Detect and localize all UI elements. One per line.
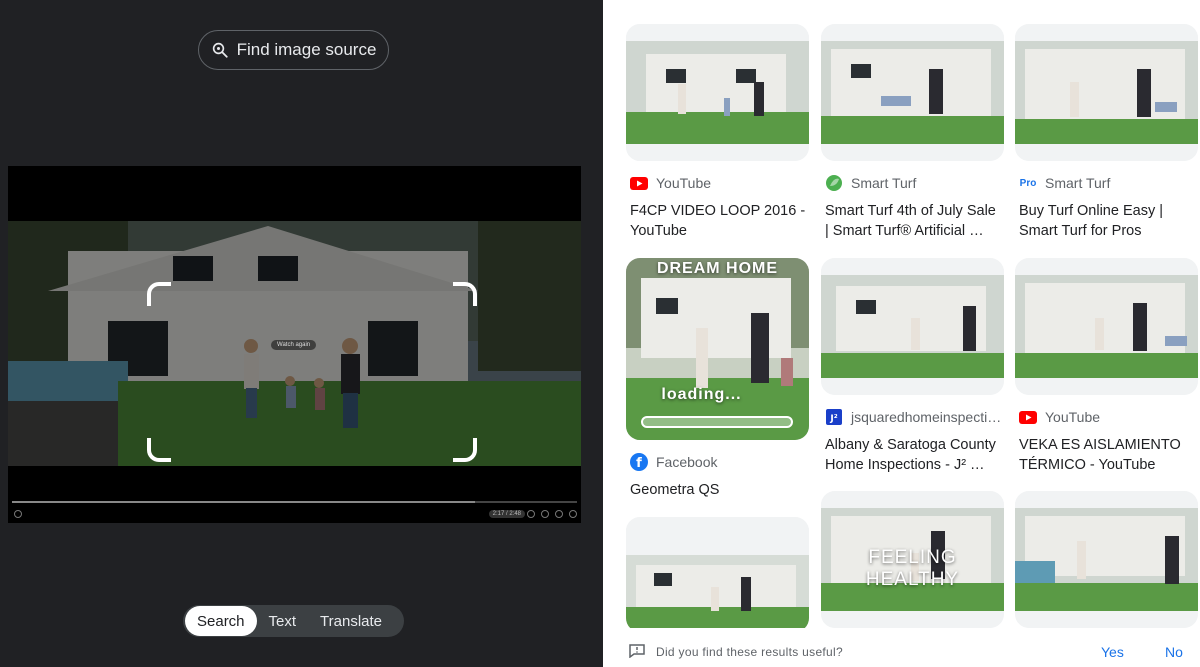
google-lens-view: Find image source Watch again 2:17 / 2:4… [0,0,1200,667]
result-image [821,258,1004,395]
result-thumbnail[interactable] [1015,491,1198,628]
settings-icon [541,510,549,518]
result-title[interactable]: Albany & Saratoga County Home Inspection… [821,435,1001,475]
result-source[interactable]: YouTube [626,175,809,191]
feedback-yes-button[interactable]: Yes [1101,644,1124,660]
result-thumbnail[interactable]: DREAM HOME loading... [626,258,809,440]
youtube-icon [1019,410,1037,424]
feedback-bar: Did you find these results useful? Yes N… [603,628,1200,667]
video-progress-fill [12,501,476,503]
mode-translate-tab[interactable]: Translate [308,606,394,636]
result-source-name: Smart Turf [1045,175,1111,191]
result-thumbnail[interactable] [821,24,1004,161]
result-card[interactable]: FEELING HEALTHY [821,491,1004,628]
result-image [1015,258,1198,395]
result-thumbnail[interactable] [1015,24,1198,161]
watch-again-label: Watch again [271,340,317,350]
thumbnail-overlay-bottom: loading... [661,386,742,403]
result-title[interactable]: Smart Turf 4th of July Sale | Smart Turf… [821,201,1001,241]
crop-area [151,286,473,458]
jsquared-icon: J² [825,409,843,425]
result-source-name: Smart Turf [851,175,917,191]
result-source-name: Facebook [656,454,718,470]
result-image [626,258,809,440]
video-controls: 2:17 / 2:48 [8,507,581,523]
result-card[interactable]: YouTube VEKA ES AISLAMIENTO TÉRMICO - Yo… [1015,258,1198,475]
miniplayer-icon [555,510,563,518]
result-source-name: YouTube [1045,409,1101,425]
result-image [1015,491,1198,628]
result-card[interactable]: YouTube F4CP VIDEO LOOP 2016 - YouTube [626,24,809,241]
result-title[interactable]: Geometra QS [626,480,806,500]
result-thumbnail[interactable] [1015,258,1198,395]
smart-turf-leaf-icon [825,175,843,191]
result-card[interactable]: Pro Smart Turf Buy Turf Online Easy | Sm… [1015,24,1198,241]
result-card[interactable] [1015,491,1198,628]
crop-handle-top-left[interactable] [147,282,171,306]
loading-bar-graphic [641,416,793,428]
feedback-icon [629,644,645,658]
crop-handle-bottom-left[interactable] [147,438,171,462]
image-panel: Find image source Watch again 2:17 / 2:4… [0,0,603,667]
result-thumbnail[interactable]: FEELING HEALTHY [821,491,1004,628]
result-title[interactable]: VEKA ES AISLAMIENTO TÉRMICO - YouTube [1015,435,1195,475]
fullscreen-icon [569,510,577,518]
volume-icon [527,510,535,518]
thumbnail-overlay-top: DREAM HOME [656,260,779,277]
facebook-icon: f [630,453,648,471]
source-image-frame[interactable]: Watch again 2:17 / 2:48 [8,166,581,523]
crop-handle-top-right[interactable] [453,282,477,306]
result-image [1015,24,1198,161]
feedback-no-button[interactable]: No [1165,644,1183,660]
result-source[interactable]: Smart Turf [821,175,1004,191]
thumbnail-overlay-center: FEELING HEALTHY [865,547,960,590]
find-image-source-button[interactable]: Find image source [198,30,389,70]
result-source[interactable]: YouTube [1015,409,1198,425]
lens-search-icon [212,42,228,58]
result-source[interactable]: J² jsquaredhomeinspecti… [821,409,1004,425]
lens-mode-switcher: Search Text Translate [183,605,404,637]
result-title[interactable]: F4CP VIDEO LOOP 2016 - YouTube [626,201,806,241]
result-source[interactable]: f Facebook [626,453,809,471]
video-progress-bar [12,501,577,503]
result-image [626,517,809,632]
result-source-name: jsquaredhomeinspecti… [851,409,1002,425]
pro-icon: Pro [1019,177,1037,189]
find-image-source-label: Find image source [236,40,377,59]
video-time: 2:17 / 2:48 [488,510,525,518]
result-card[interactable]: J² jsquaredhomeinspecti… Albany & Sarato… [821,258,1004,475]
youtube-icon [630,176,648,190]
result-thumbnail[interactable] [626,24,809,161]
mode-search-tab[interactable]: Search [185,606,257,636]
feedback-question: Did you find these results useful? [656,645,843,659]
crop-handle-bottom-right[interactable] [453,438,477,462]
result-source-name: YouTube [656,175,712,191]
result-thumbnail[interactable] [626,517,809,632]
result-card[interactable] [626,517,809,632]
replay-icon [14,510,22,518]
result-thumbnail[interactable] [821,258,1004,395]
crop-selection[interactable]: Watch again [147,282,477,462]
result-card[interactable]: Smart Turf Smart Turf 4th of July Sale |… [821,24,1004,241]
svg-text:f: f [636,456,642,471]
result-image [821,24,1004,161]
result-title[interactable]: Buy Turf Online Easy | Smart Turf for Pr… [1015,201,1195,241]
result-card[interactable]: DREAM HOME loading... f Facebook Geometr… [626,258,809,500]
result-source[interactable]: Pro Smart Turf [1015,175,1198,191]
results-panel: YouTube F4CP VIDEO LOOP 2016 - YouTube D… [603,0,1200,667]
result-image [626,24,809,161]
svg-text:J²: J² [829,414,837,424]
mode-text-tab[interactable]: Text [257,606,309,636]
